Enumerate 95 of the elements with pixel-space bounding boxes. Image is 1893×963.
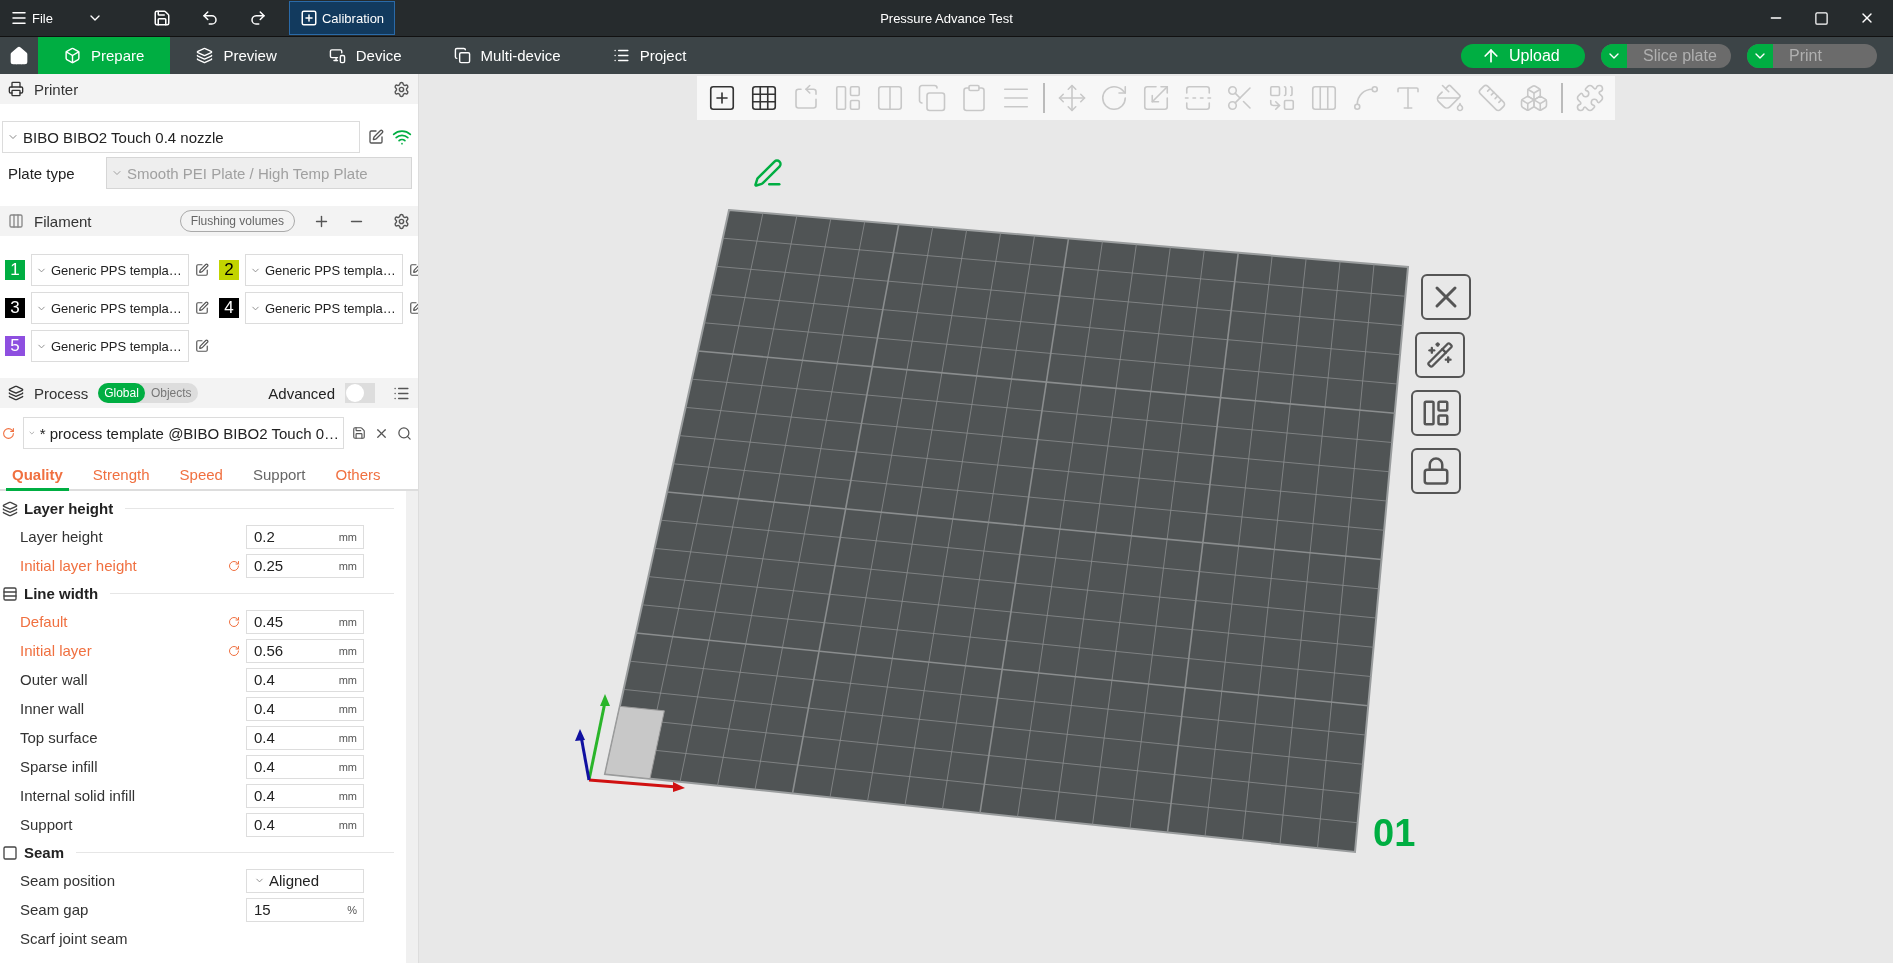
group-title: Layer height <box>24 500 114 517</box>
settings-icon[interactable] <box>393 80 410 98</box>
search-icon[interactable] <box>397 425 412 441</box>
group-title: Seam <box>24 844 65 861</box>
section-title: Filament <box>34 212 92 230</box>
advanced-switch[interactable] <box>345 383 375 403</box>
edit-icon[interactable] <box>368 129 384 145</box>
filament-select[interactable]: Generic PPS templa… <box>245 292 403 324</box>
plate-tool-icon[interactable] <box>749 83 779 113</box>
home-icon <box>9 45 29 66</box>
field-label: Plate type <box>7 164 76 182</box>
settings-tab[interactable]: Support <box>246 460 312 491</box>
nav-tab[interactable]: Device <box>302 37 428 74</box>
layers-group-icon <box>2 500 18 517</box>
filament-number: 2 <box>219 260 239 280</box>
filament-select[interactable]: Generic PPS templa… <box>31 292 189 324</box>
filament-select[interactable]: Generic PPS templa… <box>31 330 189 362</box>
auto-orient-button[interactable] <box>1415 332 1465 378</box>
edit-icon[interactable] <box>195 339 209 353</box>
calibration-button[interactable]: Calibration <box>288 1 396 35</box>
layout-icon <box>1421 398 1451 428</box>
setting-label: Seam position <box>19 872 117 889</box>
setting-label: Inner wall <box>19 700 86 717</box>
nav-tab[interactable]: Preview <box>170 37 303 74</box>
nav-tab[interactable]: Project <box>586 37 713 74</box>
caret-icon <box>1601 43 1627 68</box>
printer-icon <box>8 81 24 97</box>
filament-select[interactable]: Generic PPS templa… <box>245 254 403 286</box>
group-title: Line width <box>24 585 99 602</box>
plate-number: 01 <box>1373 812 1416 855</box>
filament-number: 3 <box>5 298 25 318</box>
setting-label: Initial layer height <box>19 557 138 574</box>
number-field[interactable]: 0.25 mm <box>246 553 364 578</box>
save-icon[interactable] <box>152 9 171 27</box>
process-select[interactable]: * process template @BIBO BIBO2 Touch 0… <box>23 417 344 449</box>
number-field[interactable]: 0.4 mm <box>246 725 364 750</box>
reset-icon[interactable] <box>228 559 240 572</box>
close-button[interactable] <box>1421 274 1471 320</box>
setting-label: Layer height <box>19 528 104 545</box>
setting-label: Sparse infill <box>19 758 99 775</box>
save-icon[interactable] <box>352 426 366 440</box>
lock-icon <box>1421 456 1451 486</box>
device-tab-icon <box>328 47 346 64</box>
setting-label: Support <box>19 816 74 833</box>
multi-tab-icon <box>453 47 471 64</box>
filament-select[interactable]: Generic PPS templa… <box>31 254 189 286</box>
arrange-button[interactable] <box>1411 390 1461 436</box>
layers-icon <box>8 385 24 401</box>
number-field[interactable]: 0.4 mm <box>246 812 364 837</box>
undo-icon[interactable] <box>200 9 219 27</box>
add-tool-icon[interactable] <box>707 83 737 113</box>
number-field[interactable]: 0.56 mm <box>246 638 364 663</box>
filament-number: 5 <box>5 336 25 356</box>
printer-select[interactable]: BIBO BIBO2 Touch 0.4 nozzle <box>2 121 360 153</box>
switch-label: Advanced <box>267 384 335 402</box>
redo-icon[interactable] <box>248 9 267 27</box>
prepare-tab-icon <box>64 47 81 64</box>
project-tab-icon <box>612 47 630 64</box>
edit-icon[interactable] <box>195 263 209 277</box>
setting-label: Default <box>19 613 69 630</box>
reset-icon[interactable] <box>228 644 240 657</box>
number-field[interactable]: 0.4 mm <box>246 696 364 721</box>
edit-icon[interactable] <box>195 301 209 315</box>
settings-icon[interactable] <box>393 212 410 230</box>
setting-label: Scarf joint seam <box>19 930 129 947</box>
filament-number: 4 <box>219 298 239 318</box>
wand-icon <box>1426 341 1454 369</box>
wifi-icon[interactable] <box>392 127 412 147</box>
nav-tab[interactable]: Multi-device <box>427 37 587 74</box>
reset-icon[interactable] <box>228 615 240 628</box>
setting-label: Outer wall <box>19 671 89 688</box>
setting-label: Internal solid infill <box>19 787 137 804</box>
spools-icon <box>8 213 24 229</box>
dropdown-field[interactable]: Aligned <box>246 868 364 893</box>
filament-number: 1 <box>5 260 25 280</box>
reset-icon[interactable] <box>2 426 15 440</box>
file-menu[interactable]: File <box>0 1 63 35</box>
setting-label: Top surface <box>19 729 99 746</box>
flushing-volumes-button[interactable]: Flushing volumes <box>179 210 295 232</box>
number-field[interactable]: 0.4 mm <box>246 667 364 692</box>
setting-label: Initial layer <box>19 642 93 659</box>
caret-icon <box>1747 43 1773 68</box>
number-field[interactable]: 0.45 mm <box>246 609 364 634</box>
menu-icon <box>10 9 28 27</box>
section-title: Process <box>34 384 89 402</box>
number-field[interactable]: 0.4 mm <box>246 754 364 779</box>
preview-tab-icon <box>196 47 214 64</box>
window-title: Pressure Advance Test <box>880 10 1013 26</box>
setting-label: Seam gap <box>19 901 90 918</box>
maximize-icon[interactable] <box>1814 10 1829 26</box>
number-field[interactable]: 15 % <box>246 897 364 922</box>
lock-button[interactable] <box>1411 448 1461 494</box>
number-field[interactable]: 0.4 mm <box>246 783 364 808</box>
section-title: Printer <box>34 80 80 98</box>
number-field[interactable]: 0.2 mm <box>246 524 364 549</box>
